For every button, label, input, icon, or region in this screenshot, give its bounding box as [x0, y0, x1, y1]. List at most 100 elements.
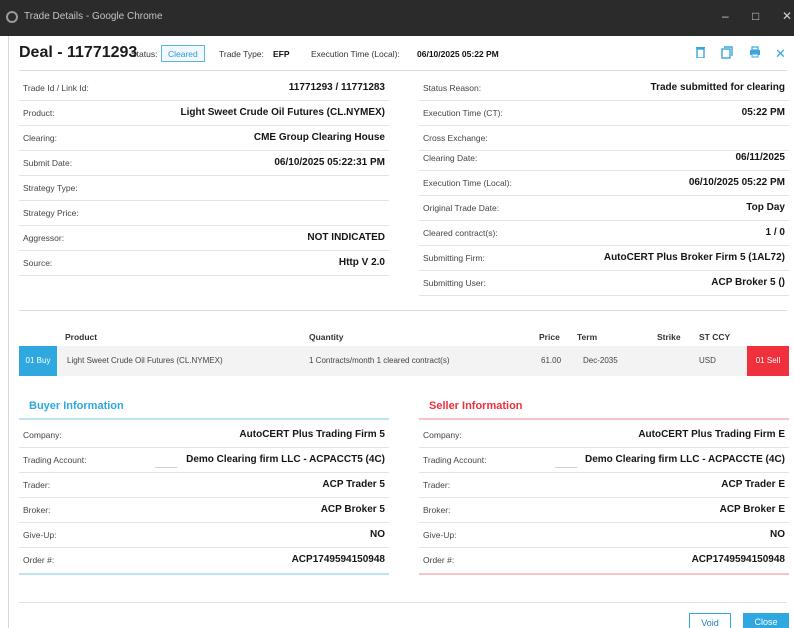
field-cleared-contracts: Cleared contract(s): 1 / 0 [419, 221, 789, 246]
field-label: Broker: [23, 505, 51, 515]
field-value: 06/11/2025 [735, 152, 786, 163]
field-label: Trade Id / Link Id: [23, 83, 89, 93]
field-value: 11771293 / 11771283 [288, 82, 385, 93]
print-icon[interactable] [749, 46, 761, 61]
st-ccy-cell: USD [699, 356, 716, 365]
close-button[interactable]: Close [743, 613, 789, 628]
trade-details-dialog: Deal - 11771293 Status: Cleared Trade Ty… [8, 36, 794, 628]
field-label: Product: [23, 108, 55, 118]
field-value: ACP1749594150948 [291, 554, 385, 565]
field-value: ACP Trader E [721, 479, 785, 490]
field-status-reason: Status Reason: Trade submitted for clear… [419, 76, 789, 101]
footer-divider [19, 602, 787, 603]
field-label: Order #: [23, 555, 55, 565]
field-execution-time-ct: Execution Time (CT): 05:22 PM [419, 101, 789, 126]
close-icon[interactable]: ✕ [775, 46, 786, 62]
buyer-title-underline [19, 418, 389, 420]
seller-company: Company: AutoCERT Plus Trading Firm E [419, 423, 789, 448]
field-label: Order #: [423, 555, 455, 565]
field-value: 06/10/2025 05:22:31 PM [274, 157, 385, 168]
execution-time-value: 06/10/2025 05:22 PM [417, 49, 499, 59]
void-button[interactable]: Void [689, 613, 731, 628]
buyer-trading-account: Trading Account: Demo Clearing firm LLC … [19, 448, 389, 473]
price-cell: 61.00 [541, 356, 562, 365]
field-value: AutoCERT Plus Trading Firm 5 [239, 429, 385, 440]
field-value: NOT INDICATED [307, 232, 385, 243]
field-value: 05:22 PM [741, 107, 785, 118]
trash-icon[interactable] [695, 46, 706, 61]
buyer-give-up: Give-Up: NO [19, 523, 389, 548]
seller-info-title: Seller Information [429, 400, 523, 412]
window-titlebar: Trade Details - Google Chrome – □ ✕ [0, 0, 794, 36]
quantity-cell: 1 Contracts/month 1 cleared contract(s) [309, 356, 450, 365]
seller-give-up: Give-Up: NO [419, 523, 789, 548]
fields-divider [19, 310, 787, 311]
field-value: ACP1749594150948 [691, 554, 785, 565]
field-submitting-user: Submitting User: ACP Broker 5 () [419, 271, 789, 296]
field-label: Give-Up: [23, 530, 57, 540]
account-input[interactable] [555, 460, 577, 468]
header-divider [19, 70, 787, 71]
field-execution-time-local: Execution Time (Local): 06/10/2025 05:22… [419, 171, 789, 196]
field-label: Company: [23, 430, 62, 440]
field-label: Cross Exchange: [423, 133, 488, 143]
account-input[interactable] [155, 460, 177, 468]
product-row[interactable]: 01 Buy Light Sweet Crude Oil Futures (CL… [19, 346, 789, 376]
trade-type-value: EFP [273, 49, 290, 59]
field-value: Demo Clearing firm LLC - ACPACCTE (4C) [584, 454, 785, 465]
field-value: ACP Trader 5 [322, 479, 385, 490]
field-value: ACP Broker 5 () [711, 277, 785, 288]
execution-time-label: Execution Time (Local): [311, 49, 400, 59]
field-value: NO [770, 529, 785, 540]
status-badge: Cleared [161, 45, 205, 62]
maximize-button[interactable]: □ [752, 9, 759, 23]
field-original-trade-date: Original Trade Date: Top Day [419, 196, 789, 221]
buy-tag: 01 Buy [19, 346, 57, 376]
term-cell: Dec-2035 [583, 356, 618, 365]
field-label: Cleared contract(s): [423, 228, 498, 238]
field-product: Product: Light Sweet Crude Oil Futures (… [19, 101, 389, 126]
field-value: ACP Broker 5 [320, 504, 385, 515]
deal-title: Deal - 11771293 [19, 44, 138, 61]
seller-order-number: Order #: ACP1749594150948 [419, 548, 789, 573]
minimize-button[interactable]: – [722, 9, 729, 23]
buyer-trader: Trader: ACP Trader 5 [19, 473, 389, 498]
field-value: AutoCERT Plus Broker Firm 5 (1AL72) [603, 252, 785, 263]
status-label: Status: [131, 49, 158, 59]
field-label: Broker: [423, 505, 451, 515]
field-label: Status Reason: [423, 83, 482, 93]
field-strategy-type: Strategy Type: [19, 176, 389, 201]
field-value: Trade submitted for clearing [650, 82, 785, 93]
dialog-header: Deal - 11771293 Status: Cleared Trade Ty… [9, 36, 794, 70]
field-value: ACP Broker E [719, 504, 785, 515]
window-close-button[interactable]: ✕ [782, 9, 792, 23]
col-header-product: Product [65, 332, 98, 342]
seller-section-bottom-line [419, 573, 789, 575]
col-header-term: Term [577, 332, 598, 342]
field-label: Original Trade Date: [423, 203, 500, 213]
field-submitting-firm: Submitting Firm: AutoCERT Plus Broker Fi… [419, 246, 789, 271]
field-clearing: Clearing: CME Group Clearing House [19, 126, 389, 151]
field-label: Execution Time (CT): [423, 108, 503, 118]
field-value: Demo Clearing firm LLC - ACPACCT5 (4C) [186, 454, 385, 465]
field-label: Clearing: [23, 133, 58, 143]
field-submit-date: Submit Date: 06/10/2025 05:22:31 PM [19, 151, 389, 176]
seller-trading-account: Trading Account: Demo Clearing firm LLC … [419, 448, 789, 473]
field-label: Aggressor: [23, 233, 65, 243]
copy-icon[interactable] [721, 46, 733, 62]
field-label: Submitting User: [423, 278, 486, 288]
col-header-strike: Strike [657, 332, 681, 342]
field-value: Http V 2.0 [338, 257, 385, 268]
col-header-quantity: Quantity [309, 332, 344, 342]
field-value: 06/10/2025 05:22 PM [688, 177, 785, 188]
field-trade-id: Trade Id / Link Id: 11771293 / 11771283 [19, 76, 389, 101]
sell-tag: 01 Sell [747, 346, 789, 376]
field-label: Trader: [423, 480, 451, 490]
field-value: NO [370, 529, 385, 540]
field-label: Clearing Date: [423, 153, 478, 163]
window-title: Trade Details - Google Chrome [24, 11, 163, 22]
field-source: Source: Http V 2.0 [19, 251, 389, 276]
field-label: Give-Up: [423, 530, 457, 540]
field-label: Strategy Price: [23, 208, 79, 218]
field-strategy-price: Strategy Price: [19, 201, 389, 226]
